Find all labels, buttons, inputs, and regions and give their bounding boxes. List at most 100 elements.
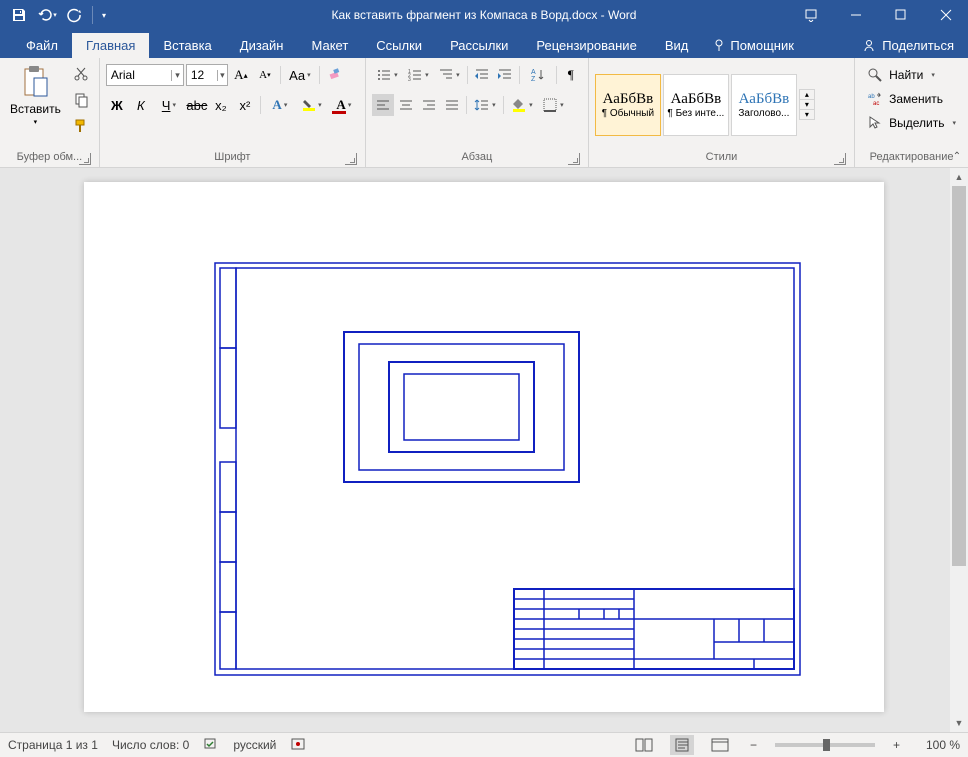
grow-font-button[interactable]: A▴: [230, 64, 252, 86]
redo-button[interactable]: [62, 2, 88, 28]
share-label: Поделиться: [882, 38, 954, 53]
clear-formatting-button[interactable]: [324, 64, 346, 86]
zoom-slider[interactable]: [775, 743, 875, 747]
scroll-down-button[interactable]: ▼: [950, 714, 968, 732]
align-left-button[interactable]: [372, 94, 394, 116]
paragraph-launcher[interactable]: [568, 153, 580, 165]
show-marks-button[interactable]: ¶: [560, 64, 582, 86]
style-no-spacing[interactable]: АаБбВв¶ Без инте...: [663, 74, 729, 136]
spellcheck-icon[interactable]: [203, 736, 219, 755]
font-color-button[interactable]: A▾: [329, 94, 359, 116]
subscript-button[interactable]: x₂: [210, 94, 232, 116]
align-right-button[interactable]: [418, 94, 440, 116]
tab-insert[interactable]: Вставка: [149, 33, 225, 58]
collapse-ribbon-button[interactable]: ⌃: [950, 149, 964, 163]
zoom-in-button[interactable]: +: [889, 738, 904, 752]
decrease-indent-button[interactable]: [471, 64, 493, 86]
close-button[interactable]: [923, 0, 968, 30]
web-layout-button[interactable]: [708, 735, 732, 755]
tab-view[interactable]: Вид: [651, 33, 703, 58]
format-painter-button[interactable]: [69, 114, 93, 138]
cut-button[interactable]: [69, 62, 93, 86]
styles-down[interactable]: ▾: [800, 100, 814, 110]
change-case-button[interactable]: Aa▾: [285, 64, 315, 86]
numbering-button[interactable]: 123▾: [403, 64, 433, 86]
window-controls: [788, 0, 968, 30]
underline-button[interactable]: Ч▾: [154, 94, 184, 116]
maximize-button[interactable]: [878, 0, 923, 30]
font-name-combo[interactable]: ▾: [106, 64, 184, 86]
replace-button[interactable]: abacЗаменить: [861, 88, 962, 110]
sort-button[interactable]: AZ: [523, 64, 553, 86]
window-title: Как вставить фрагмент из Компаса в Ворд.…: [332, 8, 637, 22]
find-button[interactable]: Найти▾: [861, 64, 962, 86]
qat-customize-button[interactable]: ▾: [97, 2, 111, 28]
clipboard-launcher[interactable]: [79, 153, 91, 165]
macro-icon[interactable]: [290, 736, 306, 755]
italic-button[interactable]: К: [130, 94, 152, 116]
page-indicator[interactable]: Страница 1 из 1: [8, 738, 98, 752]
multilevel-button[interactable]: ▾: [434, 64, 464, 86]
title-bar: ▾ ▾ Как вставить фрагмент из Компаса в В…: [0, 0, 968, 30]
group-paragraph: ▾ 123▾ ▾ AZ ¶ ▾ ▾ ▾: [366, 58, 589, 167]
undo-button[interactable]: ▾: [34, 2, 60, 28]
language-indicator[interactable]: русский: [233, 738, 276, 752]
align-center-button[interactable]: [395, 94, 417, 116]
style-heading1[interactable]: АаБбВвЗаголово...: [731, 74, 797, 136]
tell-me-button[interactable]: Помощник: [702, 33, 804, 58]
increase-indent-button[interactable]: [494, 64, 516, 86]
scroll-up-button[interactable]: ▲: [950, 168, 968, 186]
copy-button[interactable]: [69, 88, 93, 112]
save-button[interactable]: [6, 2, 32, 28]
tab-design[interactable]: Дизайн: [226, 33, 298, 58]
text-effects-button[interactable]: A▾: [265, 94, 295, 116]
paste-button[interactable]: Вставить ▾: [6, 62, 65, 147]
share-button[interactable]: Поделиться: [848, 33, 968, 58]
bold-button[interactable]: Ж: [106, 94, 128, 116]
editing-label: Редактирование: [870, 151, 954, 163]
shading-button[interactable]: ▾: [507, 94, 537, 116]
status-bar: Страница 1 из 1 Число слов: 0 русский − …: [0, 732, 968, 757]
scroll-thumb[interactable]: [952, 186, 966, 566]
tell-me-label: Помощник: [730, 38, 794, 53]
justify-button[interactable]: [441, 94, 463, 116]
font-launcher[interactable]: [345, 153, 357, 165]
page-canvas[interactable]: [84, 182, 884, 712]
highlight-button[interactable]: ▾: [297, 94, 327, 116]
styles-up[interactable]: ▴: [800, 90, 814, 100]
print-layout-button[interactable]: [670, 735, 694, 755]
bullets-button[interactable]: ▾: [372, 64, 402, 86]
ribbon-options-button[interactable]: [788, 0, 833, 30]
select-button[interactable]: Выделить▾: [861, 112, 962, 134]
tab-home[interactable]: Главная: [72, 33, 149, 58]
document-area: ▲ ▼: [0, 168, 968, 732]
font-name-dd[interactable]: ▾: [171, 70, 183, 81]
line-spacing-button[interactable]: ▾: [470, 94, 500, 116]
font-size-input[interactable]: [187, 68, 217, 82]
tab-references[interactable]: Ссылки: [362, 33, 436, 58]
zoom-level[interactable]: 100 %: [918, 738, 960, 752]
font-size-combo[interactable]: ▾: [186, 64, 228, 86]
font-size-dd[interactable]: ▾: [217, 70, 227, 81]
strike-button[interactable]: abc: [186, 94, 208, 116]
minimize-button[interactable]: [833, 0, 878, 30]
superscript-button[interactable]: x²: [234, 94, 256, 116]
zoom-out-button[interactable]: −: [746, 738, 761, 752]
vertical-scrollbar[interactable]: ▲ ▼: [950, 168, 968, 732]
tab-file[interactable]: Файл: [12, 33, 72, 58]
read-mode-button[interactable]: [632, 735, 656, 755]
word-count[interactable]: Число слов: 0: [112, 738, 189, 752]
styles-launcher[interactable]: [834, 153, 846, 165]
borders-button[interactable]: ▾: [538, 94, 568, 116]
group-clipboard: Вставить ▾ Буфер обм...: [0, 58, 100, 167]
styles-more[interactable]: ▾: [800, 110, 814, 119]
zoom-knob[interactable]: [823, 739, 830, 751]
tab-mailings[interactable]: Рассылки: [436, 33, 522, 58]
ribbon-tabs: Файл Главная Вставка Дизайн Макет Ссылки…: [0, 30, 968, 58]
tab-layout[interactable]: Макет: [297, 33, 362, 58]
font-name-input[interactable]: [107, 68, 171, 82]
style-normal[interactable]: АаБбВв¶ Обычный: [595, 74, 661, 136]
shrink-font-button[interactable]: A▾: [254, 64, 276, 86]
embedded-drawing[interactable]: [214, 262, 804, 682]
tab-review[interactable]: Рецензирование: [522, 33, 650, 58]
